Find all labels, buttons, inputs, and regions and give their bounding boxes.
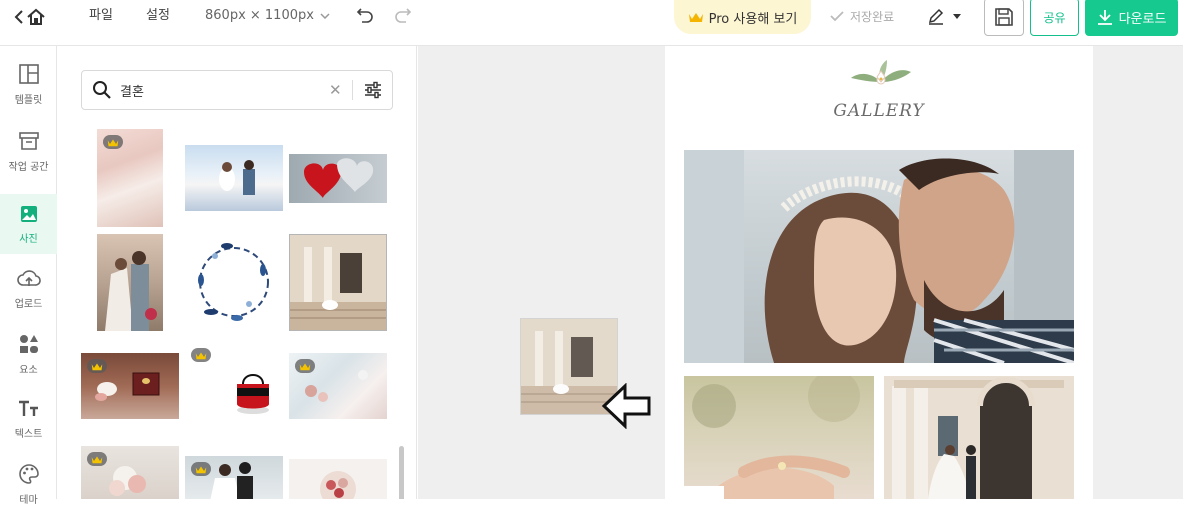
- search-box: ✕: [81, 70, 393, 110]
- archive-icon: [18, 131, 39, 150]
- pen-tool-dropdown[interactable]: [927, 7, 961, 25]
- photo-icon: [20, 205, 37, 222]
- rail-item-workspace[interactable]: 작업 공간: [0, 121, 57, 181]
- download-label: 다운로드: [1118, 11, 1167, 27]
- pen-icon: [928, 8, 944, 25]
- gallery-heading[interactable]: GALLERY: [665, 101, 1093, 121]
- crown-icon: [107, 139, 119, 146]
- rail-label: 요소: [19, 364, 38, 376]
- cloud-upload-icon: [16, 269, 41, 286]
- design-page[interactable]: GALLERY: [665, 46, 1093, 499]
- hands-ring-photo[interactable]: [684, 376, 874, 499]
- premium-crown-badge: [295, 359, 315, 373]
- floral-ornament-icon: [851, 60, 911, 85]
- photo-thumbnail[interactable]: [185, 456, 283, 499]
- redo-icon: [395, 8, 412, 23]
- panel-scrollbar[interactable]: [399, 446, 404, 499]
- template-icon: [18, 63, 39, 84]
- photo-thumbnail[interactable]: [289, 234, 387, 331]
- home-button[interactable]: [14, 8, 46, 26]
- crown-icon: [195, 352, 207, 359]
- home-icon: [27, 8, 45, 25]
- crown-icon: [299, 363, 311, 370]
- undo-icon: [356, 8, 373, 23]
- photo-panel: ✕: [58, 46, 417, 499]
- rail-item-photo[interactable]: 사진: [0, 194, 57, 254]
- rail-item-upload[interactable]: 업로드: [0, 259, 57, 319]
- rail-item-template[interactable]: 템플릿: [0, 54, 57, 114]
- menu-file[interactable]: 파일: [89, 0, 113, 32]
- undo-button[interactable]: [356, 7, 374, 27]
- canvas-workspace: GALLERY: [418, 46, 1183, 499]
- clear-search-icon[interactable]: ✕: [329, 82, 342, 98]
- premium-crown-badge: [87, 359, 107, 373]
- elements-icon: [19, 334, 38, 353]
- premium-crown-badge: [87, 452, 107, 466]
- check-icon: [830, 10, 844, 21]
- photo-thumbnail[interactable]: [81, 353, 179, 419]
- download-icon: [1097, 10, 1112, 25]
- church-couple-photo[interactable]: [884, 376, 1074, 499]
- premium-crown-badge: [103, 135, 123, 149]
- rail-item-text[interactable]: 텍스트: [0, 389, 57, 449]
- search-divider: [352, 80, 353, 100]
- caret-down-icon: [953, 13, 961, 19]
- rail-label: 작업 공간: [8, 161, 49, 173]
- pro-trial-label: Pro 사용해 보기: [708, 11, 798, 27]
- rail-label: 테마: [19, 494, 38, 506]
- rail-item-theme[interactable]: 테마: [0, 454, 57, 514]
- photo-thumbnail[interactable]: [185, 234, 283, 331]
- photo-thumbnail[interactable]: [185, 342, 283, 419]
- photo-thumbnail[interactable]: [97, 234, 163, 331]
- redo-button[interactable]: [394, 7, 412, 27]
- text-icon: [18, 400, 38, 416]
- premium-crown-badge: [191, 462, 211, 476]
- rail-label: 사진: [19, 233, 38, 245]
- pro-trial-button[interactable]: Pro 사용해 보기: [674, 0, 811, 34]
- canvas-size-label: 860px × 1100px: [205, 8, 314, 23]
- arrow-left-pointer-icon: [601, 383, 651, 429]
- photo-thumbnail[interactable]: [289, 154, 387, 203]
- canvas-size-dropdown[interactable]: 860px × 1100px: [205, 0, 330, 32]
- floppy-disk-icon: [995, 8, 1013, 26]
- crown-icon: [91, 456, 103, 463]
- save-status: 저장완료: [830, 0, 894, 32]
- menu-settings[interactable]: 설정: [146, 0, 170, 32]
- rail-label: 텍스트: [14, 428, 43, 440]
- rail-item-elements[interactable]: 요소: [0, 324, 57, 384]
- download-button[interactable]: 다운로드: [1085, 0, 1178, 36]
- save-status-label: 저장완료: [850, 9, 895, 24]
- search-input[interactable]: [120, 79, 360, 101]
- filter-sliders-icon[interactable]: [363, 81, 383, 99]
- photo-thumbnail[interactable]: [97, 129, 163, 227]
- chevron-left-icon: [14, 10, 23, 24]
- photo-thumbnail[interactable]: [289, 459, 387, 499]
- crown-icon: [91, 363, 103, 370]
- photo-thumbnail[interactable]: [289, 353, 387, 419]
- couple-photo[interactable]: [684, 150, 1074, 363]
- top-toolbar: 파일 설정 860px × 1100px Pro 사용해 보기 저장완료 공유 …: [0, 0, 1183, 46]
- save-button[interactable]: [984, 0, 1024, 36]
- rail-label: 업로드: [14, 298, 43, 310]
- share-button[interactable]: 공유: [1030, 0, 1079, 36]
- search-icon: [93, 81, 111, 99]
- photo-thumbnail[interactable]: [81, 446, 179, 499]
- crown-icon: [688, 13, 703, 22]
- photo-thumbnail[interactable]: [185, 145, 283, 211]
- premium-crown-badge: [191, 348, 211, 362]
- palette-icon: [18, 463, 39, 484]
- chevron-down-icon: [320, 13, 330, 19]
- rail-label: 템플릿: [14, 94, 43, 106]
- crown-icon: [195, 466, 207, 473]
- left-rail: 템플릿 작업 공간 사진 업로드 요소 텍스트 테마: [0, 46, 57, 506]
